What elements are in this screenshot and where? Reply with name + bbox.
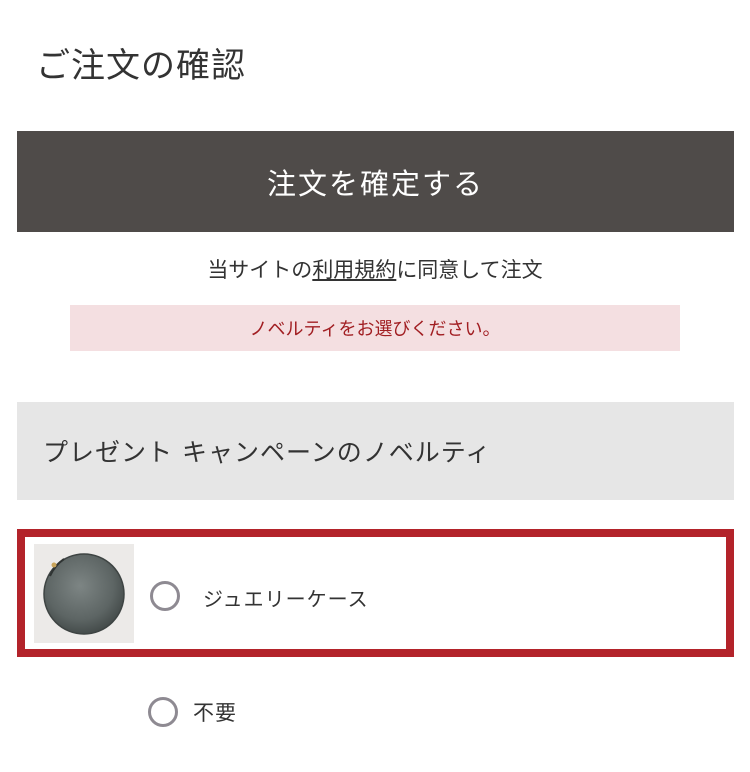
jewelry-case-label: ジュエリーケース (203, 587, 369, 611)
novelty-section-header: プレゼント キャンペーンのノベルティ (17, 402, 734, 500)
jewelry-case-icon (43, 553, 125, 635)
none-radio[interactable] (148, 697, 178, 727)
novelty-option-jewelry-case[interactable]: ジュエリーケース (17, 529, 734, 657)
none-label: 不要 (193, 701, 237, 725)
jewelry-case-radio[interactable] (150, 581, 180, 611)
terms-prefix: 当サイトの (207, 258, 313, 282)
confirm-order-button[interactable]: 注文を確定する (17, 131, 734, 232)
terms-link[interactable]: 利用規約 (312, 258, 396, 282)
page-title: ご注文の確認 (36, 46, 246, 86)
novelty-option-none[interactable]: 不要 (148, 692, 348, 732)
terms-suffix: に同意して注文 (396, 258, 543, 282)
jewelry-case-image (34, 544, 134, 643)
terms-agreement: 当サイトの利用規約に同意して注文 (0, 254, 750, 284)
novelty-alert: ノベルティをお選びください。 (70, 305, 680, 351)
